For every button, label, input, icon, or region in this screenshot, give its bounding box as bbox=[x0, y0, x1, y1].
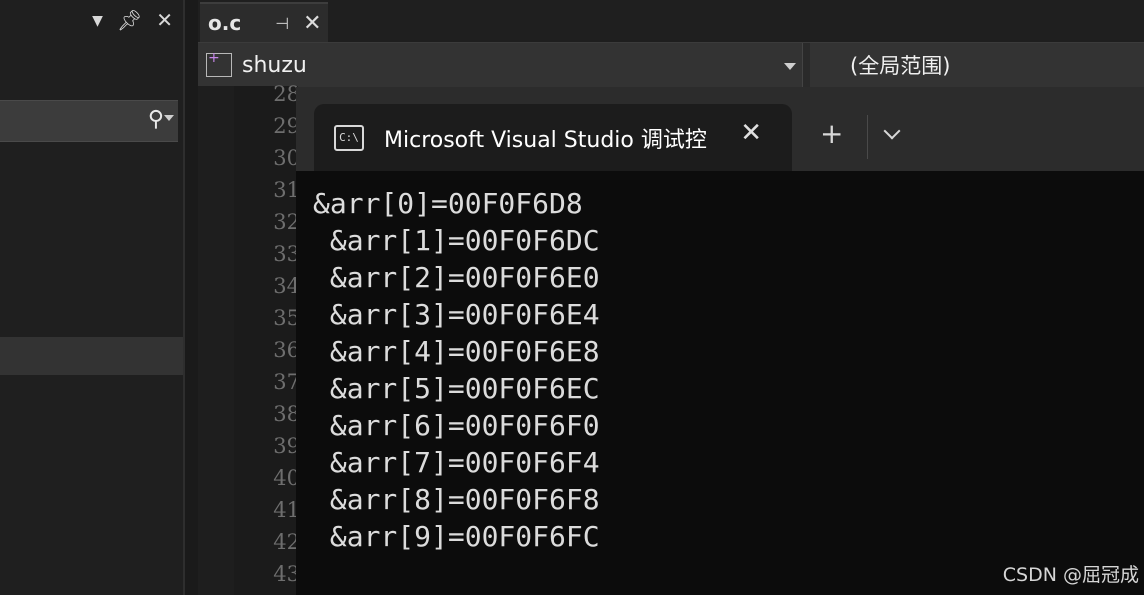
close-icon[interactable]: ✕ bbox=[740, 118, 762, 148]
line-number: 28 bbox=[273, 82, 300, 106]
console-titlebar[interactable]: C:\ Microsoft Visual Studio 调试控 ✕ + bbox=[296, 87, 1144, 171]
new-tab-icon[interactable]: + bbox=[820, 117, 843, 150]
editor-margin bbox=[198, 86, 235, 595]
solution-explorer-panel: ▼ 📌︎ ✕ ⚲ bbox=[0, 0, 183, 595]
titlebar-divider bbox=[867, 115, 868, 159]
line-number: 32 bbox=[273, 210, 300, 234]
panel-splitter[interactable] bbox=[183, 0, 198, 595]
line-number-gutter: 28 29 30 31 32 33 34 35 36 37 38 39 40 4… bbox=[234, 82, 300, 595]
output-line: &arr[8]=00F0F6F8 bbox=[313, 483, 600, 516]
output-line: &arr[2]=00F0F6E0 bbox=[313, 261, 600, 294]
pin-tab-icon[interactable]: ⊣ bbox=[275, 14, 289, 33]
chevron-down-icon[interactable] bbox=[883, 122, 901, 140]
output-line: &arr[9]=00F0F6FC bbox=[313, 520, 600, 553]
line-number: 30 bbox=[273, 146, 300, 170]
output-line: &arr[5]=00F0F6EC bbox=[313, 372, 600, 405]
chevron-down-icon[interactable] bbox=[164, 115, 174, 121]
line-number: 33 bbox=[273, 242, 300, 266]
watermark: CSDN @屈冠成 bbox=[1002, 564, 1139, 586]
scope-dropdown-label: (全局范围) bbox=[850, 54, 951, 78]
function-icon bbox=[206, 50, 232, 77]
line-number: 41 bbox=[273, 498, 300, 522]
output-line: &arr[4]=00F0F6E8 bbox=[313, 335, 600, 368]
pin-icon[interactable]: 📌︎ bbox=[117, 8, 142, 34]
output-line: &arr[6]=00F0F6F0 bbox=[313, 409, 600, 442]
search-box[interactable]: ⚲ bbox=[0, 100, 178, 142]
debug-console-window[interactable]: C:\ Microsoft Visual Studio 调试控 ✕ + &arr… bbox=[296, 87, 1144, 595]
document-tab[interactable]: o.c ⊣ ✕ bbox=[200, 2, 328, 42]
scope-dropdown[interactable]: (全局范围) bbox=[810, 43, 1144, 87]
line-number: 31 bbox=[273, 178, 300, 202]
console-output: &arr[0]=00F0F6D8 &arr[1]=00F0F6DC &arr[2… bbox=[313, 185, 600, 555]
selected-tree-item[interactable] bbox=[0, 337, 183, 375]
output-line: &arr[3]=00F0F6E4 bbox=[313, 298, 600, 331]
member-dropdown-label: shuzu bbox=[242, 52, 307, 78]
output-line: &arr[1]=00F0F6DC bbox=[313, 224, 600, 257]
line-number: 38 bbox=[273, 402, 300, 426]
dropdown-icon[interactable]: ▼ bbox=[92, 8, 103, 34]
close-tab-icon[interactable]: ✕ bbox=[303, 11, 321, 36]
console-title: Microsoft Visual Studio 调试控 bbox=[384, 127, 707, 153]
line-number: 42 bbox=[273, 530, 300, 554]
line-number: 36 bbox=[273, 338, 300, 362]
line-number: 35 bbox=[273, 306, 300, 330]
output-line: &arr[0]=00F0F6D8 bbox=[313, 187, 583, 220]
member-dropdown[interactable]: shuzu bbox=[198, 43, 803, 87]
chevron-down-icon[interactable] bbox=[784, 63, 796, 70]
search-icon[interactable]: ⚲ bbox=[148, 107, 164, 132]
terminal-icon: C:\ bbox=[334, 124, 364, 151]
line-number: 29 bbox=[273, 114, 300, 138]
line-number: 34 bbox=[273, 274, 300, 298]
document-tab-strip: o.c ⊣ ✕ bbox=[198, 0, 1144, 42]
line-number: 43 bbox=[273, 562, 300, 586]
line-number: 37 bbox=[273, 370, 300, 394]
console-tab[interactable]: C:\ Microsoft Visual Studio 调试控 ✕ bbox=[314, 104, 792, 171]
output-line: &arr[7]=00F0F6F4 bbox=[313, 446, 600, 479]
line-number: 40 bbox=[273, 466, 300, 490]
line-number: 39 bbox=[273, 434, 300, 458]
panel-header-icons: ▼ 📌︎ ✕ bbox=[92, 8, 173, 34]
document-tab-label: o.c bbox=[208, 11, 242, 35]
close-icon[interactable]: ✕ bbox=[156, 8, 173, 34]
navigation-bar: shuzu (全局范围) bbox=[198, 42, 1144, 88]
